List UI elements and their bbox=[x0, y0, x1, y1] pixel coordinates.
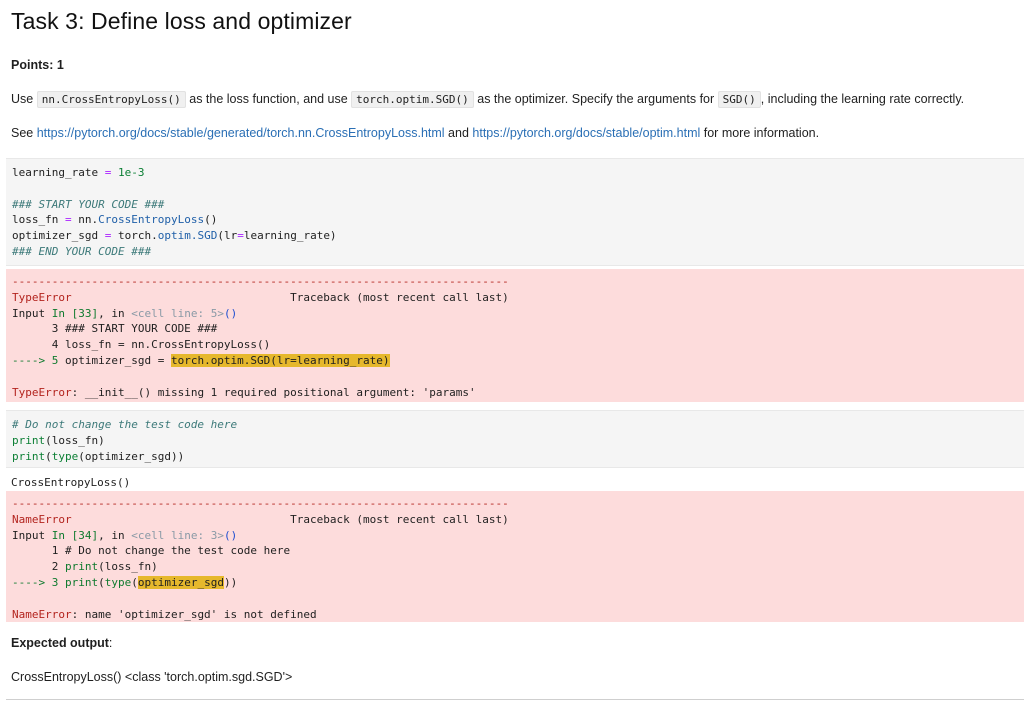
instructions-text: Use bbox=[11, 92, 37, 106]
code-cell-2[interactable]: # Do not change the test code here print… bbox=[6, 410, 1024, 468]
expected-output-colon: : bbox=[108, 636, 113, 650]
instructions-paragraph: Use nn.CrossEntropyLoss() as the loss fu… bbox=[11, 90, 964, 109]
code-cell-1[interactable]: learning_rate = 1e-3 ### START YOUR CODE… bbox=[6, 158, 1024, 266]
expected-output-value: CrossEntropyLoss() <class 'torch.optim.s… bbox=[11, 670, 293, 684]
inline-code: SGD() bbox=[717, 91, 761, 108]
reference-text: for more information. bbox=[700, 126, 820, 140]
code-cell-2-source[interactable]: # Do not change the test code here print… bbox=[12, 417, 237, 464]
instructions-text: , including the learning rate correctly. bbox=[760, 92, 965, 106]
points-label: Points: 1 bbox=[11, 58, 64, 72]
error-output-2: ----------------------------------------… bbox=[6, 491, 1024, 622]
expected-output-heading: Expected output: bbox=[11, 634, 112, 652]
reference-text: See bbox=[11, 126, 37, 140]
error-output-1-text: ----------------------------------------… bbox=[12, 275, 509, 399]
page-title: Task 3: Define loss and optimizer bbox=[11, 8, 352, 34]
divider bbox=[6, 699, 1024, 700]
optim-docs-link[interactable]: https://pytorch.org/docs/stable/optim.ht… bbox=[472, 126, 700, 140]
code-cell-1-source[interactable]: learning_rate = 1e-3 ### START YOUR CODE… bbox=[12, 165, 337, 260]
reference-paragraph: See https://pytorch.org/docs/stable/gene… bbox=[11, 124, 819, 142]
stdout-output-2: CrossEntropyLoss() bbox=[11, 476, 131, 489]
error-output-1: ----------------------------------------… bbox=[6, 269, 1024, 402]
instructions-text: as the optimizer. Specify the arguments … bbox=[473, 92, 718, 106]
crossentropyloss-docs-link[interactable]: https://pytorch.org/docs/stable/generate… bbox=[37, 126, 445, 140]
instructions-text: as the loss function, and use bbox=[185, 92, 352, 106]
inline-code: nn.CrossEntropyLoss() bbox=[36, 91, 186, 108]
expected-output-label: Expected output bbox=[11, 636, 109, 650]
reference-text: and bbox=[444, 126, 473, 140]
inline-code: torch.optim.SGD() bbox=[351, 91, 474, 108]
error-output-2-text: ----------------------------------------… bbox=[12, 497, 509, 621]
